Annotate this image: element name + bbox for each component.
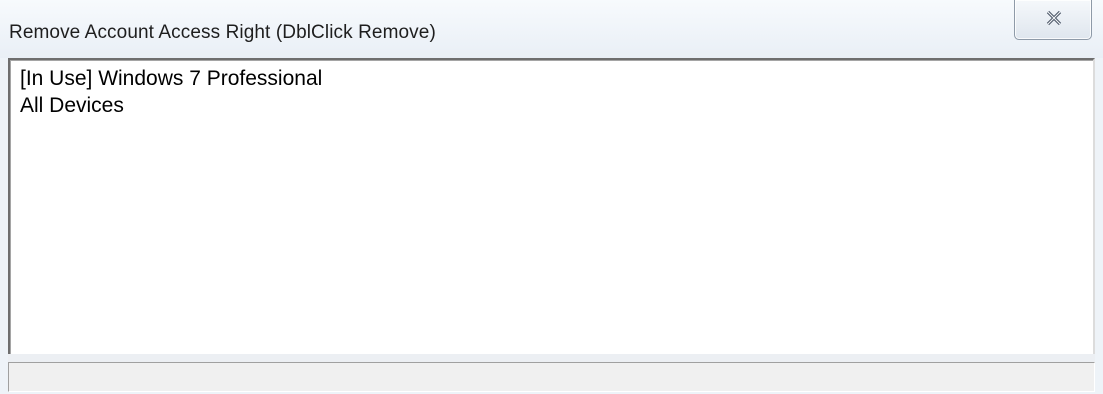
list-item[interactable]: All Devices [20, 93, 124, 118]
title-bar: Remove Account Access Right (DblClick Re… [0, 0, 1103, 58]
access-right-listbox[interactable]: [In Use] Windows 7 Professional All Devi… [8, 58, 1095, 358]
close-button[interactable] [1014, 0, 1092, 40]
list-item[interactable]: [In Use] Windows 7 Professional [20, 66, 322, 91]
status-bar [8, 362, 1095, 392]
separator [8, 354, 1095, 362]
window-title: Remove Account Access Right (DblClick Re… [9, 22, 436, 43]
close-x-icon [1046, 10, 1062, 26]
